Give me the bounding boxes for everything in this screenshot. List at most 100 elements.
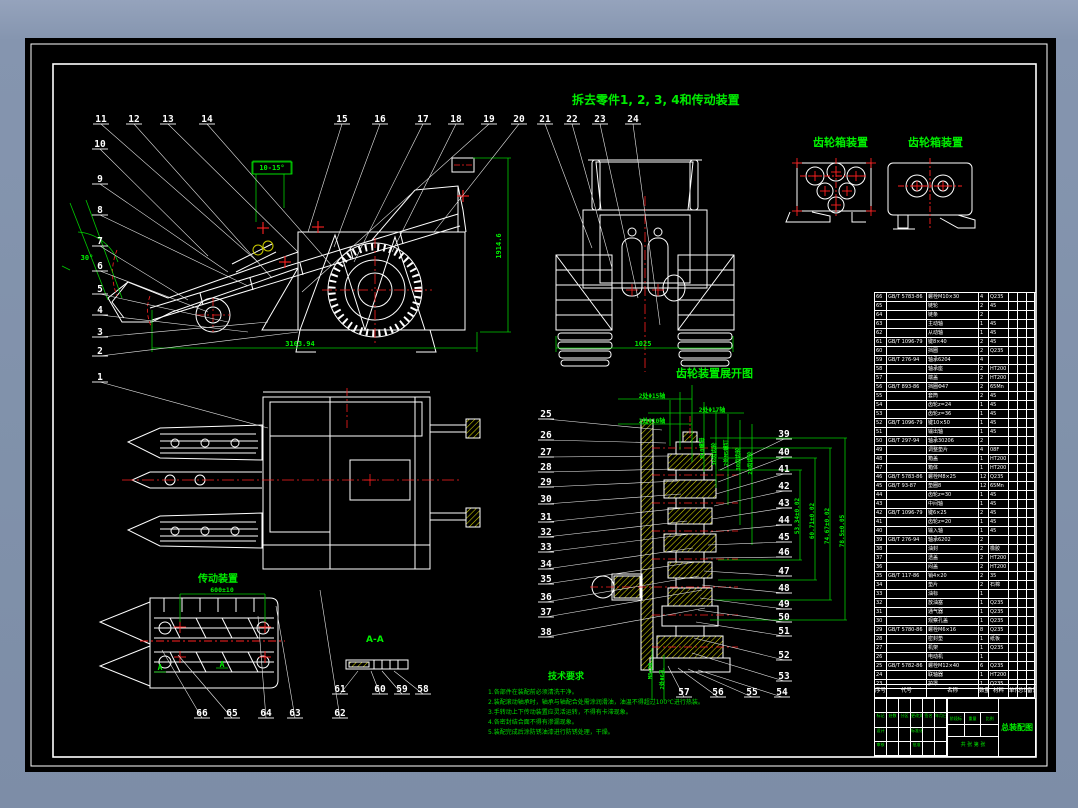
parts-list-cell: [1027, 410, 1035, 419]
parts-list-cell: 49: [875, 446, 887, 455]
parts-list-cell: [989, 590, 1009, 599]
dim-text: 3163.94: [285, 340, 315, 348]
callout-6: 6: [97, 261, 103, 272]
parts-list-cell: [1027, 554, 1035, 563]
callout-40: 40: [778, 447, 790, 458]
parts-list-cell: 37: [875, 554, 887, 563]
dim-text: M8×20: [648, 663, 654, 680]
parts-list-cell: 螺栓M12×40: [927, 662, 979, 671]
parts-list-cell: [1018, 464, 1027, 473]
callout-48: 48: [778, 583, 790, 594]
parts-list-cell: [887, 563, 927, 572]
parts-list-cell: 53: [875, 410, 887, 419]
parts-list-cell: [1018, 536, 1027, 545]
parts-list-cell: [887, 347, 927, 356]
parts-list-cell: [887, 446, 927, 455]
tb-sheet-info: 共 张 第 张: [960, 742, 986, 748]
parts-list-cell: [1018, 383, 1027, 392]
callout-57: 57: [678, 687, 689, 698]
dim-text: 2处Φ10轴: [639, 417, 665, 425]
parts-list-cell: [1018, 500, 1027, 509]
parts-list-row: 37 透盖 2 HT200: [875, 554, 1036, 563]
callout-51: 51: [778, 626, 790, 637]
dim-text: 1914.6: [495, 233, 503, 258]
callout-54: 54: [776, 687, 788, 698]
parts-list-cell: [1027, 626, 1035, 635]
parts-list-table: 66 GB/T 5783-86 螺栓M10×30 4 Q235 65 链轮 2 45 64 链条 2 6…: [874, 292, 1036, 689]
parts-list-cell: [1018, 338, 1027, 347]
callout-44: 44: [778, 515, 790, 526]
parts-list-cell: Q235: [989, 473, 1009, 482]
tb-label-approve: 批准: [911, 741, 923, 756]
bom-header-total-weight: 总计: [1018, 685, 1027, 698]
parts-list-row: 49 调整垫片 4 08F: [875, 446, 1036, 455]
parts-list-cell: 52: [875, 419, 887, 428]
parts-list-cell: [1027, 581, 1035, 590]
parts-list-row: 54 齿轮z=24 1 45: [875, 401, 1036, 410]
callout-45: 45: [778, 532, 790, 543]
parts-list-cell: 套筒: [927, 392, 979, 401]
tb-label-docno: 更改文件号: [911, 713, 923, 728]
parts-list-cell: 螺栓M10×30: [927, 293, 979, 302]
parts-list-cell: [887, 644, 927, 653]
dim-text: 74.67±0.02: [824, 508, 831, 545]
parts-list-cell: 2: [979, 509, 989, 518]
parts-list-cell: [1009, 455, 1018, 464]
dim-text: 2处Φ15轴: [639, 392, 665, 400]
parts-list-cell: [1018, 599, 1027, 608]
tb-label-standard: 标准化: [911, 727, 923, 742]
callout-21: 21: [539, 114, 551, 125]
parts-list-cell: [1018, 653, 1027, 662]
parts-list-cell: GB/T 276-94: [887, 356, 927, 365]
dim-text: 30齿齿轮: [734, 447, 742, 471]
parts-list-cell: [1018, 491, 1027, 500]
parts-list-cell: 29: [875, 626, 887, 635]
parts-list-cell: [1027, 500, 1035, 509]
callout-26: 26: [540, 430, 552, 441]
parts-list-cell: 27: [875, 644, 887, 653]
parts-list-cell: [887, 464, 927, 473]
parts-list-cell: [1009, 311, 1018, 320]
parts-list-cell: Q235: [989, 644, 1009, 653]
parts-list-cell: [887, 455, 927, 464]
callout-9: 9: [97, 174, 103, 185]
parts-list-row: 28 密封垫 1 纸板: [875, 635, 1036, 644]
parts-list-cell: [1018, 671, 1027, 680]
parts-list-row: 53 齿轮z=36 1 45: [875, 410, 1036, 419]
dim-text: 10-15°: [259, 164, 284, 172]
parts-list-cell: [1009, 293, 1018, 302]
parts-list-cell: 齿轮z=24: [927, 401, 979, 410]
parts-list-cell: 2: [979, 581, 989, 590]
parts-list-cell: 轴承6204: [927, 356, 979, 365]
parts-list-cell: 主动轴: [927, 320, 979, 329]
parts-list-cell: 65Mn: [989, 383, 1009, 392]
parts-list-cell: HT200: [989, 455, 1009, 464]
parts-list-cell: [1027, 563, 1035, 572]
parts-list-cell: 60: [875, 347, 887, 356]
parts-list-cell: 挡圈Φ47: [927, 383, 979, 392]
callout-31: 31: [540, 512, 552, 523]
parts-list-cell: [1009, 527, 1018, 536]
callout-15: 15: [336, 114, 348, 125]
parts-list-cell: 35: [989, 572, 1009, 581]
parts-list-cell: 油封: [927, 545, 979, 554]
parts-list-cell: 1: [979, 428, 989, 437]
parts-list-cell: HT200: [989, 374, 1009, 383]
parts-list-cell: 闷盖: [927, 563, 979, 572]
parts-list-cell: [1018, 329, 1027, 338]
parts-list-cell: [1027, 374, 1035, 383]
parts-list-cell: [1018, 545, 1027, 554]
tech-note-1: 1.各部件在装配前必须清洗干净。: [488, 689, 578, 696]
callout-60: 60: [374, 684, 386, 695]
parts-list-cell: [887, 374, 927, 383]
parts-list-cell: [1009, 410, 1018, 419]
parts-list-cell: 33: [875, 590, 887, 599]
parts-list-cell: [1018, 365, 1027, 374]
callout-38: 38: [540, 627, 552, 638]
parts-list-cell: [1009, 482, 1018, 491]
view-label-gearbox-right: 齿轮箱装置: [908, 136, 963, 149]
parts-list-cell: [1009, 572, 1018, 581]
parts-list-cell: [1018, 446, 1027, 455]
parts-list-cell: GB/T 5783-86: [887, 293, 927, 302]
parts-list-cell: 45: [989, 518, 1009, 527]
